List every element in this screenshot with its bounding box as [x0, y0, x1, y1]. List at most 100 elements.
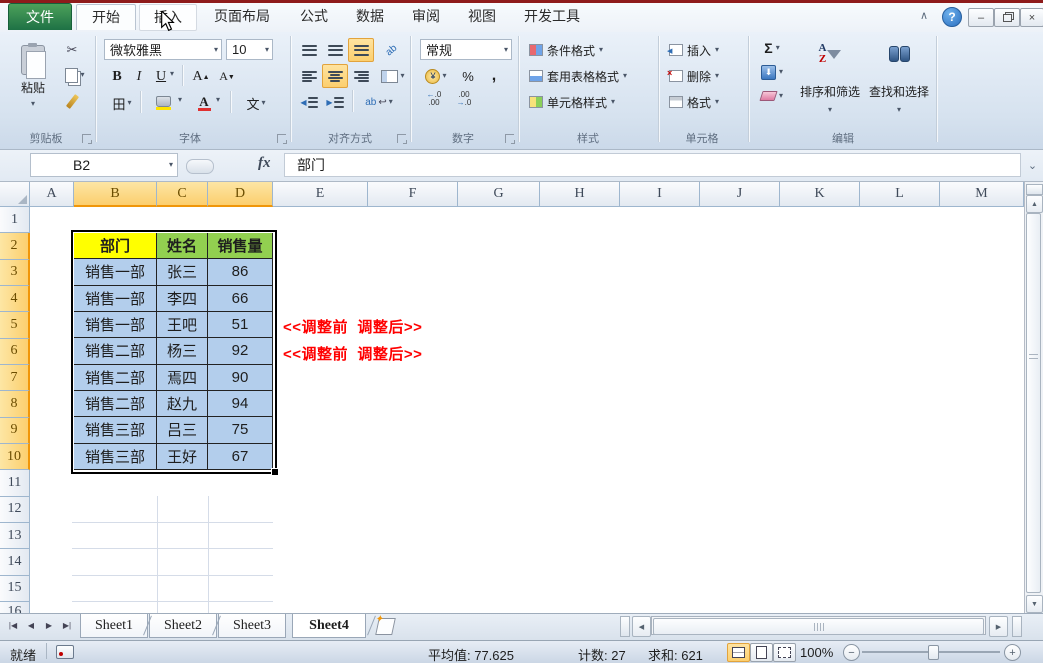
zoom-slider-thumb[interactable] [928, 645, 939, 660]
insert-cells-button[interactable]: ◀ 插入 ▾ [666, 38, 744, 62]
align-left-button[interactable] [296, 64, 322, 88]
find-select-button[interactable]: 查找和选择 ▾ [864, 36, 934, 136]
insert-function-button[interactable]: fx [258, 155, 271, 172]
align-right-button[interactable] [348, 64, 374, 88]
macro-record-icon[interactable] [56, 645, 74, 659]
close-window-button[interactable]: × [1020, 8, 1043, 27]
underline-button[interactable]: U [150, 65, 172, 88]
cell-C10[interactable]: 王好 [157, 443, 208, 470]
cell-C7[interactable]: 焉四 [157, 364, 208, 391]
previous-sheet-button[interactable]: ◀ [23, 617, 39, 634]
column-header-L[interactable]: L [860, 182, 940, 207]
cell-B10[interactable]: 销售三部 [74, 443, 157, 470]
row-header-10[interactable]: 10 [0, 443, 30, 471]
align-top-button[interactable] [296, 38, 322, 62]
cell-styles-button[interactable]: 单元格样式 ▾ [526, 90, 656, 114]
view-normal-button[interactable] [727, 643, 750, 662]
row-header-13[interactable]: 13 [0, 522, 30, 550]
font-size-combobox[interactable]: 10 ▾ [226, 39, 273, 60]
insert-worksheet-button[interactable]: ✦ [374, 614, 396, 635]
cell-B3[interactable]: 销售一部 [74, 259, 157, 286]
tab-data[interactable]: 数据 [344, 4, 396, 29]
view-page-layout-button[interactable] [750, 643, 773, 662]
scroll-right-button[interactable]: ▶ [989, 616, 1008, 637]
split-handle-horizontal[interactable] [620, 616, 630, 637]
formula-bar-splitter[interactable] [186, 159, 214, 174]
fill-button[interactable]: ⬇ ▾ [754, 61, 790, 83]
name-box-dropdown-icon[interactable]: ▾ [169, 161, 177, 169]
cell-C8[interactable]: 赵九 [157, 390, 208, 418]
decrease-indent-button[interactable]: ◀ [296, 90, 322, 114]
sort-filter-button[interactable]: AZ 排序和筛选 ▾ [796, 36, 864, 136]
column-header-E[interactable]: E [273, 182, 368, 207]
select-all-button[interactable] [0, 182, 30, 207]
row-header-8[interactable]: 8 [0, 391, 30, 418]
split-handle-vertical[interactable] [1026, 184, 1043, 195]
sheet-tab-sheet1[interactable]: Sheet1 [80, 614, 148, 638]
cell-B6[interactable]: 销售二部 [74, 338, 157, 365]
last-sheet-button[interactable]: ▶| [59, 617, 75, 634]
autosum-button[interactable]: Σ ▾ [754, 37, 790, 59]
cut-button[interactable]: ✂ [60, 40, 84, 60]
copy-button[interactable]: ▾ [60, 65, 90, 85]
align-bottom-button[interactable] [348, 38, 374, 62]
row-header-11[interactable]: 11 [0, 470, 30, 497]
annotation-row6[interactable]: <<调整前 调整后>> [283, 343, 422, 364]
number-format-combobox[interactable]: 常规 ▾ [420, 39, 512, 60]
cell-D8[interactable]: 94 [208, 390, 273, 418]
tab-review[interactable]: 审阅 [400, 4, 452, 29]
column-header-M[interactable]: M [940, 182, 1024, 207]
restore-window-button[interactable] [994, 8, 1020, 27]
row-header-9[interactable]: 9 [0, 417, 30, 444]
fill-color-button[interactable] [146, 90, 180, 116]
cell-D9[interactable]: 75 [208, 417, 273, 444]
cell-C9[interactable]: 吕三 [157, 417, 208, 444]
orientation-button[interactable]: ab [378, 38, 406, 62]
sheet-tab-sheet4[interactable]: Sheet4 [292, 614, 366, 638]
cell-B4[interactable]: 销售一部 [74, 285, 157, 312]
row-header-15[interactable]: 15 [0, 575, 30, 602]
column-header-D[interactable]: D [208, 182, 273, 207]
bold-button[interactable]: B [106, 65, 128, 88]
number-dialog-launcher[interactable] [505, 134, 515, 144]
column-header-A[interactable]: A [30, 182, 74, 207]
borders-button[interactable]: 田 ▾ [106, 91, 138, 115]
delete-cells-button[interactable]: × 删除 ▾ [666, 64, 744, 88]
font-color-dropdown[interactable]: ▾ [216, 96, 220, 104]
row-header-5[interactable]: 5 [0, 312, 30, 339]
minimize-window-button[interactable]: – [968, 8, 994, 27]
cell-D10[interactable]: 67 [208, 443, 273, 470]
fill-color-dropdown[interactable]: ▾ [178, 96, 182, 104]
clipboard-dialog-launcher[interactable] [82, 134, 92, 144]
column-header-F[interactable]: F [368, 182, 458, 207]
tab-page-layout[interactable]: 页面布局 [200, 4, 284, 29]
italic-button[interactable]: I [128, 65, 150, 88]
column-header-J[interactable]: J [700, 182, 780, 207]
row-header-7[interactable]: 7 [0, 364, 30, 392]
cell-B7[interactable]: 销售二部 [74, 364, 157, 391]
cell-D4[interactable]: 66 [208, 285, 273, 312]
cell-C4[interactable]: 李四 [157, 285, 208, 312]
expand-formula-bar-button[interactable]: ⌄ [1023, 152, 1042, 178]
percent-style-button[interactable]: % [456, 64, 480, 88]
tab-developer[interactable]: 开发工具 [512, 4, 592, 29]
alignment-dialog-launcher[interactable] [397, 134, 407, 144]
increase-indent-button[interactable]: ▶ [322, 90, 348, 114]
paste-button[interactable]: 粘贴 ▾ [8, 38, 58, 140]
row-header-4[interactable]: 4 [0, 285, 30, 313]
scroll-left-button[interactable]: ◀ [632, 616, 651, 637]
tab-home[interactable]: 开始 [76, 4, 136, 30]
column-header-I[interactable]: I [620, 182, 700, 207]
cell-B2[interactable]: 部门 [74, 233, 157, 260]
cell-C5[interactable]: 王吧 [157, 311, 208, 339]
help-icon[interactable]: ? [942, 7, 962, 27]
decrease-decimal-button[interactable]: .00 →.0 [450, 90, 478, 116]
name-box[interactable]: B2 ▾ [30, 153, 178, 177]
row-header-16[interactable]: 16 [0, 601, 30, 613]
column-header-K[interactable]: K [780, 182, 860, 207]
tab-view[interactable]: 视图 [456, 4, 508, 29]
phonetic-guide-button[interactable]: 文 ▾ [238, 91, 274, 115]
format-painter-button[interactable] [60, 90, 84, 112]
zoom-level[interactable]: 100% [800, 645, 833, 660]
formula-content[interactable]: 部门 [284, 153, 1021, 177]
